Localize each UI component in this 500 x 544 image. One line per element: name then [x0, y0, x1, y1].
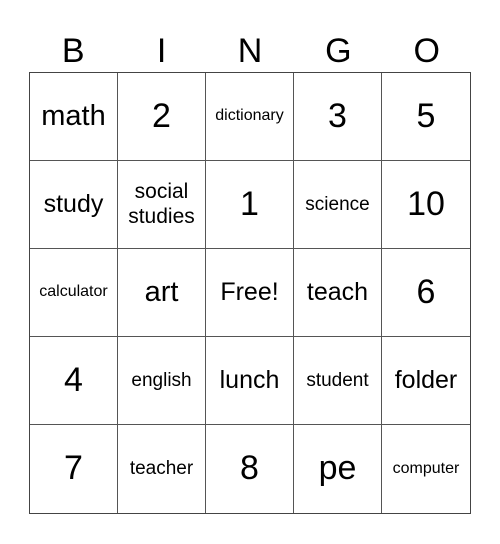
bingo-cell[interactable]: teacher — [118, 425, 206, 513]
bingo-cell[interactable]: computer — [382, 425, 470, 513]
bingo-cell[interactable]: folder — [382, 337, 470, 425]
bingo-cell[interactable]: pe — [294, 425, 382, 513]
bingo-cell[interactable]: study — [30, 161, 118, 249]
header-letter-i: I — [156, 32, 167, 70]
bingo-cell[interactable]: science — [294, 161, 382, 249]
bingo-cell[interactable]: 6 — [382, 249, 470, 337]
bingo-cell[interactable]: 3 — [294, 73, 382, 161]
bingo-grid: math 2 dictionary 3 5 study social studi… — [29, 72, 471, 514]
bingo-cell[interactable]: 2 — [118, 73, 206, 161]
bingo-header: B I N G O — [29, 30, 471, 72]
bingo-cell[interactable]: 4 — [30, 337, 118, 425]
bingo-cell[interactable]: 1 — [206, 161, 294, 249]
bingo-cell[interactable]: 10 — [382, 161, 470, 249]
bingo-cell[interactable]: calculator — [30, 249, 118, 337]
header-letter-o: O — [413, 32, 440, 70]
bingo-cell[interactable]: dictionary — [206, 73, 294, 161]
bingo-cell[interactable]: english — [118, 337, 206, 425]
bingo-cell[interactable]: 5 — [382, 73, 470, 161]
header-letter-g: G — [325, 32, 352, 70]
bingo-cell[interactable]: social studies — [118, 161, 206, 249]
bingo-cell[interactable]: lunch — [206, 337, 294, 425]
bingo-cell[interactable]: 7 — [30, 425, 118, 513]
bingo-cell[interactable]: teach — [294, 249, 382, 337]
bingo-cell[interactable]: student — [294, 337, 382, 425]
free-space-cell[interactable]: Free! — [206, 249, 294, 337]
bingo-cell[interactable]: math — [30, 73, 118, 161]
header-letter-b: B — [61, 32, 85, 70]
header-letter-n: N — [237, 32, 263, 70]
bingo-cell[interactable]: art — [118, 249, 206, 337]
bingo-cell[interactable]: 8 — [206, 425, 294, 513]
